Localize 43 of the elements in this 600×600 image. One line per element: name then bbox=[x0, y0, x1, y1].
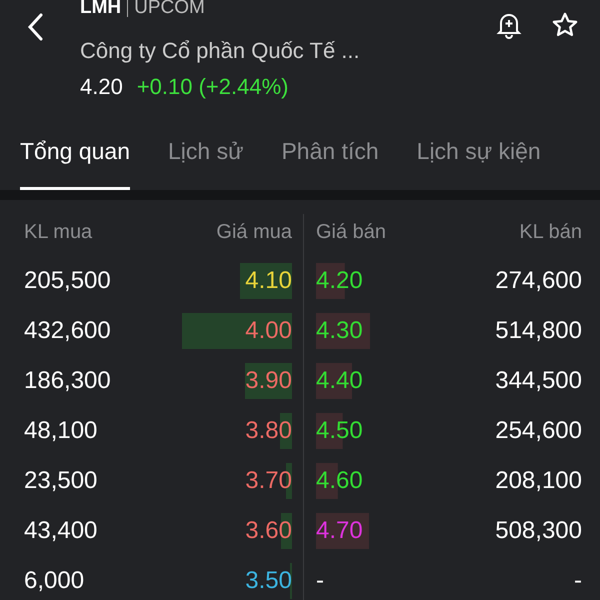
ask-volume: 508,300 bbox=[494, 517, 582, 545]
tab[interactable]: Lịch sử bbox=[168, 118, 244, 190]
ask-price: 4.40 bbox=[316, 367, 363, 395]
bid-volume: 186,300 bbox=[24, 367, 112, 395]
bell-plus-icon bbox=[496, 11, 522, 39]
star-icon bbox=[551, 11, 579, 39]
bid-volume: 23,500 bbox=[24, 467, 98, 495]
ask-volume: 514,800 bbox=[494, 317, 582, 345]
back-icon bbox=[27, 13, 43, 41]
current-price: 4.20 bbox=[80, 74, 123, 100]
bid-volume: 6,000 bbox=[24, 567, 86, 595]
ask-volume: 344,500 bbox=[494, 367, 582, 395]
ask-price: - bbox=[316, 567, 324, 595]
bid-volume: 48,100 bbox=[24, 417, 98, 445]
exchange-name: UPCOM bbox=[134, 0, 205, 19]
bid-volume: 432,600 bbox=[24, 317, 112, 345]
bid-price: 4.10 bbox=[245, 267, 292, 295]
ask-price: 4.30 bbox=[316, 317, 363, 345]
bid-price: 3.80 bbox=[245, 417, 292, 445]
column-header: KL bán bbox=[518, 220, 582, 244]
bid-price: 3.90 bbox=[245, 367, 292, 395]
tab[interactable]: Lịch sự kiện bbox=[416, 118, 541, 190]
bid-price: 4.00 bbox=[245, 317, 292, 345]
bid-price: 3.70 bbox=[245, 467, 292, 495]
price-change: +0.10 (+2.44%) bbox=[136, 74, 288, 100]
column-header: Giá bán bbox=[316, 220, 388, 244]
bid-volume: 205,500 bbox=[24, 267, 112, 295]
ask-volume: - bbox=[573, 567, 582, 595]
bid-volume: 43,400 bbox=[24, 517, 98, 545]
ask-volume: 274,600 bbox=[494, 267, 582, 295]
company-name: Công ty Cổ phần Quốc Tế ... bbox=[80, 38, 361, 64]
ask-price: 4.50 bbox=[316, 417, 363, 445]
ask-volume: 208,100 bbox=[494, 467, 582, 495]
ask-price: 4.60 bbox=[316, 467, 363, 495]
column-header: KL mua bbox=[24, 220, 94, 244]
bid-price: 3.50 bbox=[245, 567, 292, 595]
bid-price: 3.60 bbox=[245, 517, 292, 545]
stock-symbol: LMH bbox=[80, 0, 122, 19]
ask-price: 4.70 bbox=[316, 517, 363, 545]
ask-volume: 254,600 bbox=[494, 417, 582, 445]
ask-price: 4.20 bbox=[316, 267, 363, 295]
column-header: Giá mua bbox=[215, 220, 292, 244]
tab[interactable]: Phân tích bbox=[281, 118, 379, 190]
